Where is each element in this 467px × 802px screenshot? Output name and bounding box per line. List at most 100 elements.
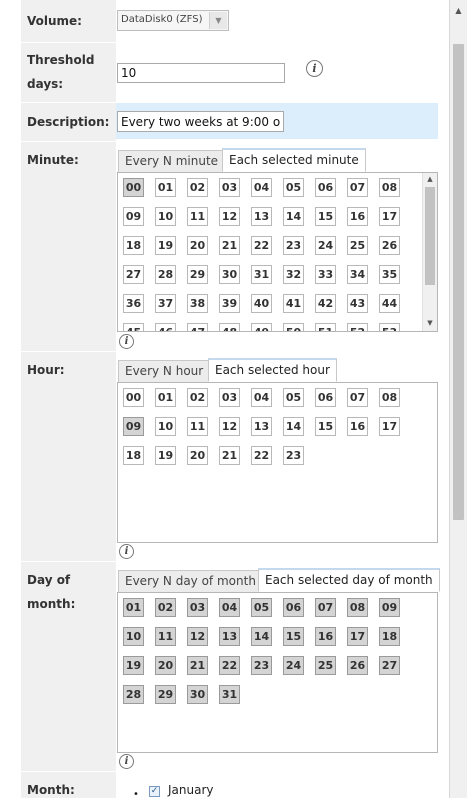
minute-cell[interactable]: 20 bbox=[187, 236, 208, 255]
day-of-month-cell[interactable]: 27 bbox=[379, 656, 400, 675]
minute-cell[interactable]: 08 bbox=[379, 178, 400, 197]
day-of-month-cell[interactable]: 19 bbox=[123, 656, 144, 675]
tab-every-n-minute[interactable]: Every N minute bbox=[118, 150, 226, 173]
day-of-month-cell[interactable]: 12 bbox=[187, 627, 208, 646]
info-icon[interactable]: i bbox=[119, 544, 134, 559]
tab-each-selected-minute[interactable]: Each selected minute bbox=[222, 148, 366, 172]
minute-cell[interactable]: 25 bbox=[347, 236, 368, 255]
minute-cell[interactable]: 35 bbox=[379, 265, 400, 284]
hour-cell[interactable]: 15 bbox=[315, 417, 336, 436]
minute-cell[interactable]: 40 bbox=[251, 294, 272, 313]
day-of-month-cell[interactable]: 21 bbox=[187, 656, 208, 675]
minute-cell[interactable]: 49 bbox=[251, 323, 272, 331]
hour-cell[interactable]: 19 bbox=[155, 446, 176, 465]
scroll-up-icon[interactable]: ▲ bbox=[423, 173, 437, 185]
minute-cell[interactable]: 51 bbox=[315, 323, 336, 331]
info-icon[interactable]: i bbox=[306, 60, 323, 77]
hour-cell[interactable]: 22 bbox=[251, 446, 272, 465]
day-of-month-cell[interactable]: 24 bbox=[283, 656, 304, 675]
minute-cell[interactable]: 00 bbox=[123, 178, 144, 197]
day-of-month-cell[interactable]: 09 bbox=[379, 598, 400, 617]
day-of-month-cell[interactable]: 17 bbox=[347, 627, 368, 646]
chevron-down-icon[interactable]: ▼ bbox=[209, 12, 227, 29]
page-scroll-thumb[interactable] bbox=[453, 44, 464, 520]
scroll-thumb[interactable] bbox=[425, 187, 435, 285]
day-of-month-cell[interactable]: 18 bbox=[379, 627, 400, 646]
minute-cell[interactable]: 31 bbox=[251, 265, 272, 284]
hour-cell[interactable]: 01 bbox=[155, 388, 176, 407]
hour-cell[interactable]: 16 bbox=[347, 417, 368, 436]
minute-cell[interactable]: 48 bbox=[219, 323, 240, 331]
hour-cell[interactable]: 12 bbox=[219, 417, 240, 436]
description-input[interactable] bbox=[117, 111, 284, 132]
hour-cell[interactable]: 07 bbox=[347, 388, 368, 407]
day-of-month-cell[interactable]: 25 bbox=[315, 656, 336, 675]
minute-cell[interactable]: 06 bbox=[315, 178, 336, 197]
day-of-month-cell[interactable]: 16 bbox=[315, 627, 336, 646]
scroll-down-icon[interactable]: ▼ bbox=[423, 317, 437, 329]
day-of-month-cell[interactable]: 13 bbox=[219, 627, 240, 646]
minute-cell[interactable]: 16 bbox=[347, 207, 368, 226]
hour-cell[interactable]: 14 bbox=[283, 417, 304, 436]
page-scrollbar[interactable]: ▲ bbox=[449, 0, 467, 798]
hour-cell[interactable]: 02 bbox=[187, 388, 208, 407]
minute-cell[interactable]: 12 bbox=[219, 207, 240, 226]
day-of-month-cell[interactable]: 07 bbox=[315, 598, 336, 617]
minute-cell[interactable]: 29 bbox=[187, 265, 208, 284]
day-of-month-cell[interactable]: 11 bbox=[155, 627, 176, 646]
minute-cell[interactable]: 24 bbox=[315, 236, 336, 255]
tab-each-selected-day-of-month[interactable]: Each selected day of month bbox=[258, 568, 440, 592]
minute-cell[interactable]: 05 bbox=[283, 178, 304, 197]
tab-each-selected-hour[interactable]: Each selected hour bbox=[208, 358, 337, 382]
day-of-month-cell[interactable]: 02 bbox=[155, 598, 176, 617]
day-of-month-cell[interactable]: 08 bbox=[347, 598, 368, 617]
minute-cell[interactable]: 23 bbox=[283, 236, 304, 255]
minute-cell[interactable]: 37 bbox=[155, 294, 176, 313]
minute-cell[interactable]: 21 bbox=[219, 236, 240, 255]
minute-cell[interactable]: 33 bbox=[315, 265, 336, 284]
minute-cell[interactable]: 27 bbox=[123, 265, 144, 284]
day-of-month-cell[interactable]: 28 bbox=[123, 685, 144, 704]
info-icon[interactable]: i bbox=[119, 334, 134, 349]
day-of-month-cell[interactable]: 20 bbox=[155, 656, 176, 675]
day-of-month-cell[interactable]: 05 bbox=[251, 598, 272, 617]
minute-cell[interactable]: 03 bbox=[219, 178, 240, 197]
minute-cell[interactable]: 41 bbox=[283, 294, 304, 313]
hour-cell[interactable]: 11 bbox=[187, 417, 208, 436]
minute-cell[interactable]: 38 bbox=[187, 294, 208, 313]
month-january-checkbox[interactable]: ✓ bbox=[149, 786, 160, 797]
hour-cell[interactable]: 18 bbox=[123, 446, 144, 465]
minute-cell[interactable]: 10 bbox=[155, 207, 176, 226]
minute-cell[interactable]: 32 bbox=[283, 265, 304, 284]
minute-cell[interactable]: 30 bbox=[219, 265, 240, 284]
day-of-month-cell[interactable]: 22 bbox=[219, 656, 240, 675]
minute-cell[interactable]: 15 bbox=[315, 207, 336, 226]
minute-cell[interactable]: 36 bbox=[123, 294, 144, 313]
day-of-month-cell[interactable]: 26 bbox=[347, 656, 368, 675]
threshold-days-input[interactable] bbox=[117, 63, 285, 83]
minute-cell[interactable]: 07 bbox=[347, 178, 368, 197]
hour-cell[interactable]: 03 bbox=[219, 388, 240, 407]
minute-cell[interactable]: 14 bbox=[283, 207, 304, 226]
minute-cell[interactable]: 43 bbox=[347, 294, 368, 313]
info-icon[interactable]: i bbox=[119, 754, 134, 769]
hour-cell[interactable]: 13 bbox=[251, 417, 272, 436]
hour-cell[interactable]: 00 bbox=[123, 388, 144, 407]
day-of-month-cell[interactable]: 29 bbox=[155, 685, 176, 704]
day-of-month-cell[interactable]: 31 bbox=[219, 685, 240, 704]
minute-cell[interactable]: 11 bbox=[187, 207, 208, 226]
day-of-month-cell[interactable]: 23 bbox=[251, 656, 272, 675]
minute-cell[interactable]: 17 bbox=[379, 207, 400, 226]
day-of-month-cell[interactable]: 01 bbox=[123, 598, 144, 617]
day-of-month-cell[interactable]: 04 bbox=[219, 598, 240, 617]
day-of-month-cell[interactable]: 30 bbox=[187, 685, 208, 704]
day-of-month-cell[interactable]: 15 bbox=[283, 627, 304, 646]
minute-cell[interactable]: 26 bbox=[379, 236, 400, 255]
hour-cell[interactable]: 17 bbox=[379, 417, 400, 436]
minute-cell[interactable]: 46 bbox=[155, 323, 176, 331]
minute-panel-scrollbar[interactable]: ▲ ▼ bbox=[422, 173, 437, 331]
day-of-month-cell[interactable]: 03 bbox=[187, 598, 208, 617]
minute-cell[interactable]: 45 bbox=[123, 323, 144, 331]
day-of-month-cell[interactable]: 10 bbox=[123, 627, 144, 646]
hour-cell[interactable]: 21 bbox=[219, 446, 240, 465]
